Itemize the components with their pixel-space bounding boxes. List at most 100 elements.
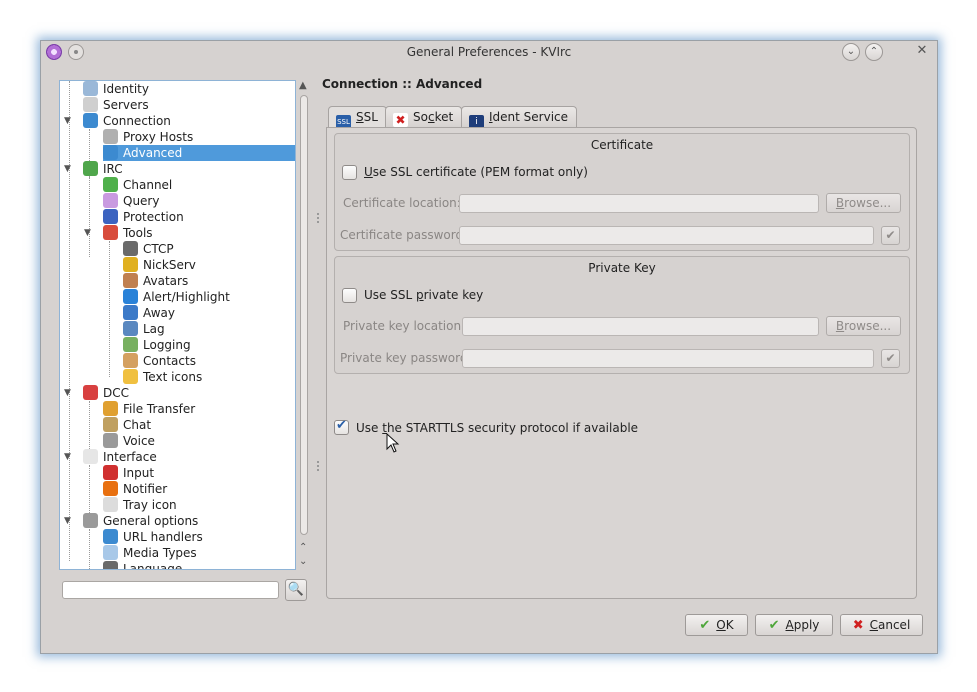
tree-item-dcc[interactable]: DCC (83, 385, 129, 401)
tree-item-alert-highlight[interactable]: Alert/Highlight (123, 289, 230, 305)
title-bar: General Preferences - KVIrc ⌄ ⌃ ✕ (41, 41, 937, 65)
tree-item-general-options[interactable]: General options (83, 513, 198, 529)
tree-item-ctcp[interactable]: CTCP (123, 241, 174, 257)
search-button[interactable]: 🔍 (285, 579, 307, 601)
use-ssl-certificate-checkbox[interactable] (342, 165, 357, 180)
tree-item-avatars[interactable]: Avatars (123, 273, 188, 289)
scroll-down-arrow-icon[interactable]: ⌄ (299, 556, 307, 567)
tree-item-channel[interactable]: Channel (103, 177, 172, 193)
tree-item-url-handlers[interactable]: URL handlers (103, 529, 203, 545)
tree-item-label: Connection (103, 114, 171, 128)
ok-button[interactable]: ✔ OK (685, 614, 748, 636)
window-title: General Preferences - KVIrc (406, 45, 572, 59)
tree-item-nickserv[interactable]: NickServ (123, 257, 196, 273)
certificate-password-confirm-button[interactable]: ✔ (881, 226, 900, 245)
tree-item-irc[interactable]: IRC (83, 161, 123, 177)
use-ssl-private-key-label[interactable]: Use SSL private key (364, 288, 483, 302)
expand-arrow-irc[interactable]: ▼ (64, 164, 71, 174)
tree-item-protection[interactable]: Protection (103, 209, 184, 225)
tree-item-voice[interactable]: Voice (103, 433, 155, 449)
tree-item-notifier[interactable]: Notifier (103, 481, 167, 497)
mnemonic: U (364, 165, 373, 179)
expand-arrow-connection[interactable]: ▼ (64, 116, 71, 126)
close-button[interactable]: ✕ (913, 43, 931, 61)
tree-item-label: Avatars (143, 274, 189, 288)
tree-item-text-icons[interactable]: Text icons (123, 369, 202, 385)
cancel-x-icon: ✖ (852, 618, 864, 633)
label-text: rowse... (844, 196, 892, 210)
tree-item-contacts[interactable]: Contacts (123, 353, 196, 369)
tree-item-label: Servers (103, 98, 149, 112)
minimize-button[interactable]: ⌄ (842, 43, 860, 61)
url-handlers-icon (103, 529, 118, 544)
private-key-location-label: Private key location: (343, 319, 466, 333)
scroll-up-arrow-icon[interactable]: ▲ (299, 80, 307, 91)
maximize-button[interactable]: ⌃ (865, 43, 883, 61)
tree-item-input[interactable]: Input (103, 465, 154, 481)
splitter-handle[interactable] (317, 461, 319, 471)
tree-item-advanced[interactable]: Advanced (103, 145, 295, 161)
scrollbar-thumb[interactable] (300, 95, 308, 535)
starttls-checkbox[interactable] (334, 418, 349, 435)
splitter-handle[interactable] (317, 213, 319, 223)
tab-label: So (413, 110, 428, 124)
certificate-password-label: Certificate password: (340, 228, 468, 242)
expand-arrow-interface[interactable]: ▼ (64, 452, 71, 462)
tree-item-servers[interactable]: Servers (83, 97, 149, 113)
tab-socket[interactable]: ✖ Socket (385, 106, 463, 128)
scroll-up-arrow-icon[interactable]: ⌃ (299, 542, 307, 553)
ssl-tab-pane: Certificate Use SSL certificate (PEM for… (326, 127, 917, 599)
tree-item-query[interactable]: Query (103, 193, 159, 209)
tree-item-file-transfer[interactable]: File Transfer (103, 401, 195, 417)
tree-item-interface[interactable]: Interface (83, 449, 157, 465)
use-ssl-private-key-checkbox[interactable] (342, 288, 357, 303)
use-ssl-certificate-label[interactable]: Use SSL certificate (PEM format only) (364, 165, 588, 179)
preferences-tree[interactable]: ▼ ▼ ▼ ▼ ▼ ▼ Identity Servers Connection … (59, 80, 296, 570)
tree-item-media-types[interactable]: Media Types (103, 545, 197, 561)
certificate-location-field[interactable] (459, 194, 819, 213)
apply-button[interactable]: ✔ Apply (755, 614, 833, 636)
tab-ident-service[interactable]: i Ident Service (461, 106, 578, 129)
tree-item-label: Logging (143, 338, 191, 352)
identity-icon (83, 81, 98, 96)
logging-icon (123, 337, 138, 352)
tree-guide-line (89, 401, 90, 449)
tree-item-tray-icon[interactable]: Tray icon (103, 497, 177, 513)
mnemonic: C (869, 618, 878, 632)
private-key-browse-button[interactable]: Browse... (826, 316, 901, 336)
private-key-password-label: Private key password: (340, 351, 472, 365)
preferences-window: General Preferences - KVIrc ⌄ ⌃ ✕ ▼ ▼ ▼ … (40, 40, 938, 654)
label-text: pply (793, 618, 820, 632)
tree-item-proxy-hosts[interactable]: Proxy Hosts (103, 129, 193, 145)
tree-item-logging[interactable]: Logging (123, 337, 191, 353)
tree-search-input[interactable] (62, 581, 279, 599)
private-key-password-confirm-button[interactable]: ✔ (881, 349, 900, 368)
private-key-password-field[interactable] (462, 349, 874, 368)
expand-arrow-tools[interactable]: ▼ (84, 228, 91, 238)
tree-item-chat[interactable]: Chat (103, 417, 151, 433)
tree-item-label: NickServ (143, 258, 196, 272)
tree-item-lag[interactable]: Lag (123, 321, 165, 337)
tree-item-away[interactable]: Away (123, 305, 175, 321)
certificate-password-field[interactable] (459, 226, 874, 245)
tree-item-language[interactable]: Language (103, 561, 182, 569)
tree-item-label: URL handlers (123, 530, 203, 544)
expand-arrow-dcc[interactable]: ▼ (64, 388, 71, 398)
private-key-location-field[interactable] (462, 317, 819, 336)
mouse-pointer-icon (386, 433, 400, 453)
label-text: Use (356, 421, 383, 435)
tree-item-label: Chat (123, 418, 152, 432)
cancel-button[interactable]: ✖ Cancel (840, 614, 923, 636)
tree-scrollbar[interactable]: ▲ ⌃ ⌄ (297, 80, 311, 570)
alert-highlight-icon (123, 289, 138, 304)
label-text: Use SSL (364, 288, 416, 302)
label-text: K (725, 618, 734, 632)
tree-item-identity[interactable]: Identity (83, 81, 149, 97)
certificate-browse-button[interactable]: Browse... (826, 193, 901, 213)
tree-item-tools[interactable]: Tools (103, 225, 153, 241)
expand-arrow-general-options[interactable]: ▼ (64, 516, 71, 526)
tree-item-label: CTCP (143, 242, 174, 256)
certificate-group: Certificate Use SSL certificate (PEM for… (334, 133, 910, 251)
proxy-hosts-icon (103, 129, 118, 144)
tree-item-connection[interactable]: Connection (83, 113, 171, 129)
